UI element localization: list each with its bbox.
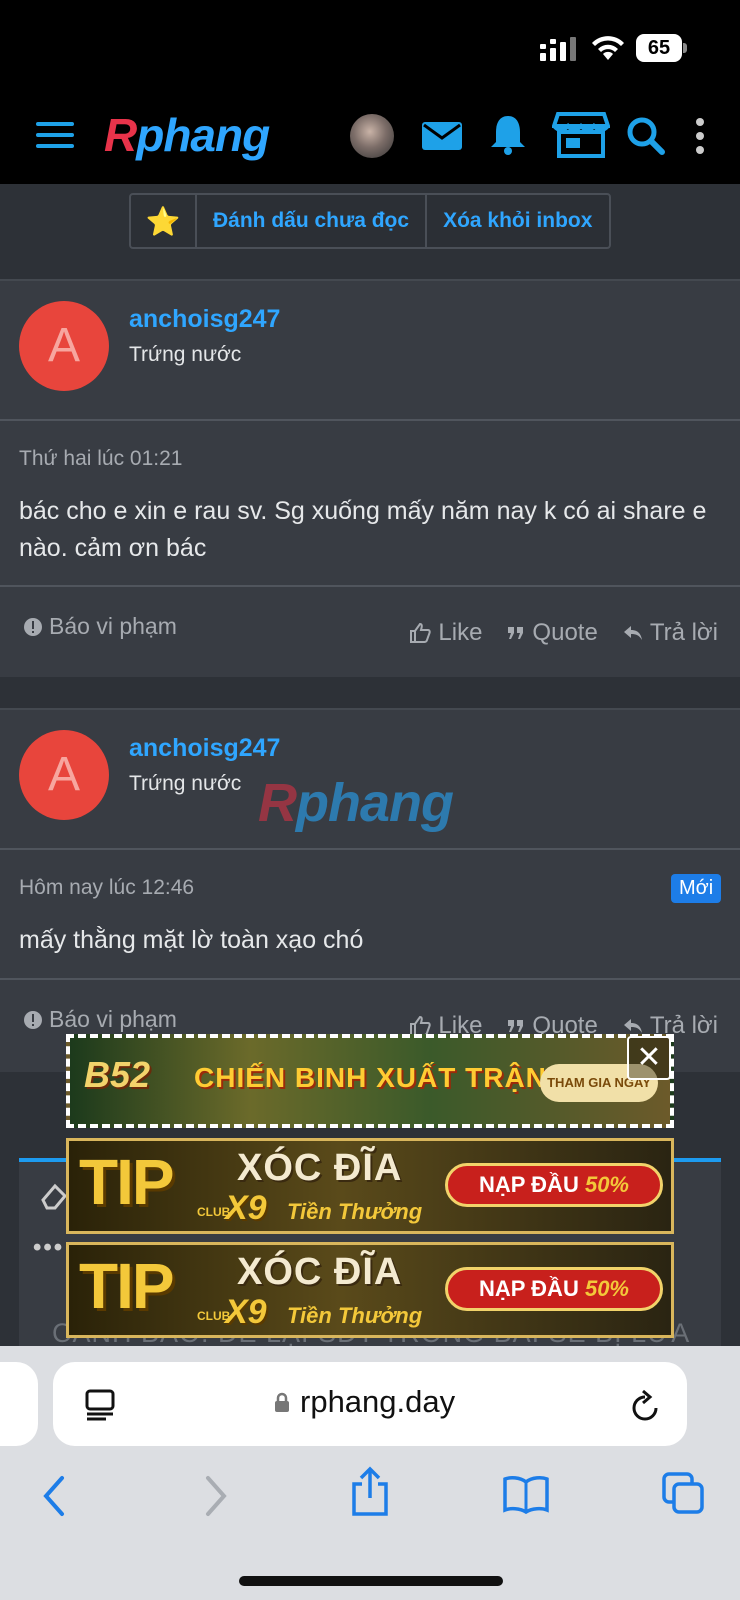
remove-inbox-button[interactable]: Xóa khỏi inbox [427, 195, 608, 247]
quote-label: Quote [532, 619, 598, 646]
cellular-signal-icon [540, 37, 576, 61]
mark-unread-button[interactable]: Đánh dấu chưa đọc [197, 195, 428, 247]
banner-ad-b52[interactable]: B52 CHIẾN BINH XUẤT TRẬN THAM GIA NGAY [66, 1034, 674, 1128]
avatar[interactable] [350, 114, 394, 158]
report-label: Báo vi phạm [49, 1006, 177, 1032]
post-actions: Like Quote Trả lời [408, 619, 718, 647]
home-indicator [239, 1576, 503, 1586]
ad-offer-button[interactable]: NẠP ĐẦU 50% [445, 1267, 663, 1311]
url-text: rphang.day [300, 1384, 456, 1419]
ad-offer-pct: 50% [584, 1172, 629, 1197]
ad-offer-button[interactable]: NẠP ĐẦU 50% [445, 1163, 663, 1207]
reply-button[interactable]: Trả lời [622, 619, 718, 647]
forward-icon[interactable] [200, 1474, 230, 1518]
ad-offer: NẠP ĐẦU [479, 1172, 579, 1197]
post-header: A anchoisg247 Trứng nước [0, 281, 740, 421]
url-display[interactable]: rphang.day [274, 1384, 455, 1420]
banner-ad-tip-2[interactable]: TIP CLUB XÓC ĐĨA X9 Tiền Thưởng NẠP ĐẦU … [66, 1242, 674, 1338]
post-time[interactable]: Thứ hai lúc 01:21 [19, 447, 183, 471]
bookmarks-icon[interactable] [502, 1474, 550, 1514]
ad-brand: B52 [84, 1054, 151, 1095]
report-link[interactable]: Báo vi phạm [23, 1006, 177, 1033]
post-time[interactable]: Hôm nay lúc 12:46 [19, 876, 194, 900]
watermark-text: phang [296, 773, 454, 833]
reply-icon [623, 626, 642, 640]
alert-icon [24, 1010, 42, 1029]
menu-icon[interactable] [36, 122, 74, 152]
report-link[interactable]: Báo vi phạm [23, 613, 177, 640]
eraser-icon[interactable] [39, 1182, 69, 1210]
user-avatar[interactable]: A [19, 730, 109, 820]
user-title: Trứng nước [129, 343, 242, 366]
post-1: A anchoisg247 Trứng nước Thứ hai lúc 01:… [0, 279, 740, 677]
username[interactable]: anchoisg247 [129, 305, 280, 334]
reload-icon[interactable] [628, 1388, 662, 1424]
close-icon[interactable]: ✕ [627, 1036, 671, 1080]
report-label: Báo vi phạm [49, 613, 177, 639]
post-2: A anchoisg247 Trứng nước Hôm nay lúc 12:… [0, 708, 740, 1072]
ad-offer-pct: 50% [584, 1276, 629, 1301]
reply-label: Trả lời [649, 619, 718, 646]
post-body: mấy thằng mặt lờ toàn xạo chó [19, 926, 364, 954]
search-icon[interactable] [622, 112, 670, 160]
ad-bonus: Tiền Thưởng [287, 1303, 423, 1328]
ad-brand: TIP [79, 1250, 175, 1322]
user-title: Trứng nước [129, 772, 242, 795]
battery-indicator: 65 [636, 34, 688, 62]
user-avatar[interactable]: A [19, 301, 109, 391]
ad-multiplier: X9 [225, 1189, 267, 1227]
ad-bonus: Tiền Thưởng [287, 1199, 423, 1224]
back-icon[interactable] [40, 1474, 70, 1518]
ad-multiplier: X9 [225, 1293, 267, 1331]
site-logo[interactable]: Rphang [104, 108, 270, 162]
ad-headline: CHIẾN BINH XUẤT TRẬN [194, 1062, 547, 1093]
mail-icon[interactable] [418, 112, 466, 160]
bell-icon[interactable] [484, 110, 532, 158]
username[interactable]: anchoisg247 [129, 734, 280, 763]
quote-icon [508, 1020, 524, 1032]
ad-game: XÓC ĐĨA [237, 1251, 403, 1293]
like-button[interactable]: Like [408, 619, 482, 647]
more-vertical-icon[interactable] [690, 116, 710, 156]
like-label: Like [438, 619, 483, 646]
previous-tab-card[interactable] [0, 1362, 38, 1446]
banner-ad-tip-1[interactable]: TIP CLUB XÓC ĐĨA X9 Tiền Thưởng NẠP ĐẦU … [66, 1138, 674, 1234]
lock-icon [275, 1392, 289, 1412]
quote-button[interactable]: Quote [506, 619, 598, 647]
logo-letter-r: R [104, 109, 137, 161]
quote-icon [508, 627, 524, 639]
more-horizontal-icon[interactable]: ••• [33, 1234, 64, 1262]
post-body: bác cho e xin e rau sv. Sg xuống mấy năm… [19, 497, 707, 562]
conversation-actions: ⭐ Đánh dấu chưa đọc Xóa khỏi inbox [129, 193, 611, 249]
thumbs-up-icon [410, 622, 432, 643]
battery-tip [683, 43, 687, 53]
new-badge: Mới [671, 874, 722, 903]
alert-icon [24, 617, 42, 636]
battery-level: 65 [636, 34, 682, 62]
star-button[interactable]: ⭐ [131, 195, 197, 247]
reader-icon[interactable] [84, 1388, 118, 1422]
shop-icon[interactable] [552, 110, 610, 160]
watermark-logo: Rphang [258, 772, 454, 834]
post-footer: Báo vi phạm Like Quote Trả lời [0, 585, 740, 679]
tabs-icon[interactable] [660, 1470, 706, 1516]
ad-brand: TIP [79, 1146, 175, 1218]
watermark-letter-r: R [258, 773, 297, 833]
share-icon[interactable] [348, 1466, 392, 1518]
logo-text: phang [136, 109, 270, 161]
wifi-icon [592, 36, 624, 60]
status-time: 15:02 [78, 28, 163, 64]
ad-offer: NẠP ĐẦU [479, 1276, 579, 1301]
ad-game: XÓC ĐĨA [237, 1147, 403, 1189]
